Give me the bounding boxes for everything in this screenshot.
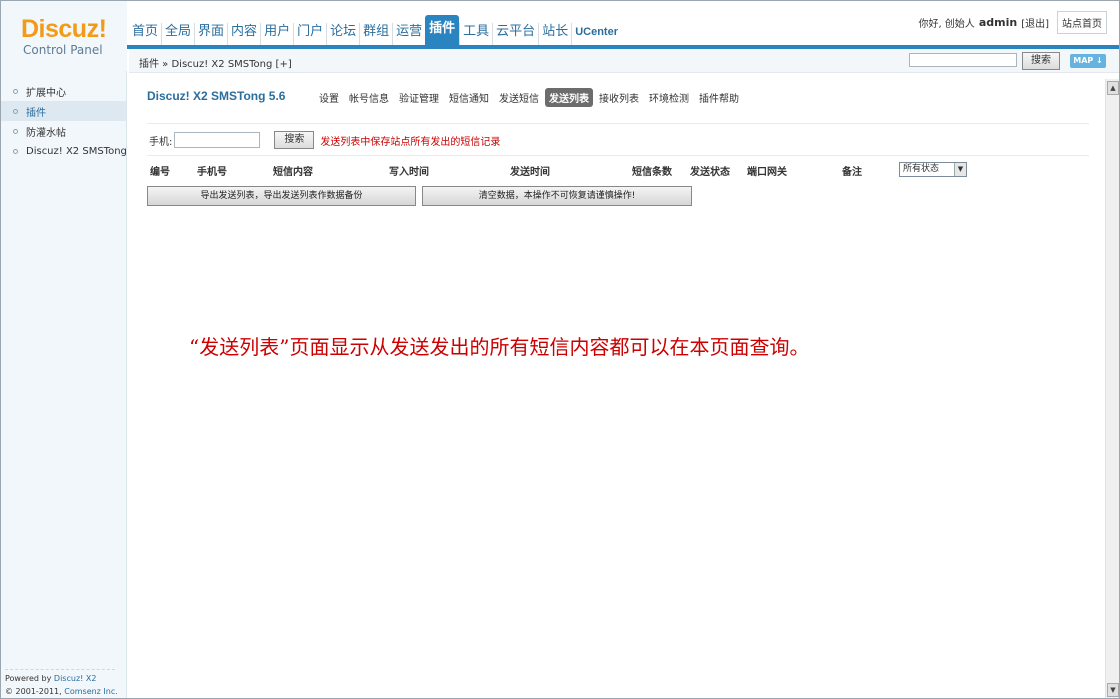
- col-gateway: 端口网关: [747, 167, 787, 178]
- col-content: 短信内容: [273, 167, 313, 178]
- sidebar-item-plugins[interactable]: 插件: [1, 101, 126, 121]
- table-header: 编号 手机号 短信内容 写入时间 发送时间 短信条数 发送状态 端口网关 备注 …: [147, 161, 1089, 179]
- sidebar-item-smstong[interactable]: Discuz! X2 SMSTong: [1, 141, 126, 161]
- footer-company-link[interactable]: Comsenz Inc.: [64, 687, 118, 696]
- export-list-button[interactable]: 导出发送列表，导出发送列表作数据备份: [147, 186, 416, 206]
- sidebar-item-label: 插件: [26, 107, 46, 119]
- user-box: 你好, 创始人 admin [退出] 站点首页: [918, 11, 1107, 34]
- tab-settings[interactable]: 设置: [315, 88, 343, 107]
- nav-operations[interactable]: 运营: [392, 23, 425, 47]
- col-sms-count: 短信条数: [632, 167, 672, 178]
- phone-input[interactable]: [174, 132, 261, 148]
- footer-powered: Powered by: [5, 674, 52, 683]
- scroll-down-arrow-icon[interactable]: ▼: [1107, 683, 1119, 697]
- top-search-button[interactable]: 搜索: [1022, 52, 1060, 70]
- logo[interactable]: Discuz! Control Panel: [1, 1, 127, 71]
- col-phone: 手机号: [197, 167, 227, 178]
- sidebar-item-extension-center[interactable]: 扩展中心: [1, 81, 126, 101]
- plugin-title: Discuz! X2 SMSTong 5.6: [147, 89, 286, 103]
- sidebar: 扩展中心 插件 防灌水帖 Discuz! X2 SMSTong Powered …: [1, 71, 127, 698]
- bullet-icon: [13, 148, 18, 154]
- breadcrumb[interactable]: 插件 » Discuz! X2 SMSTong [+]: [139, 55, 292, 70]
- user-greeting: 你好, 创始人: [918, 19, 975, 30]
- tab-verification[interactable]: 验证管理: [395, 88, 443, 107]
- map-button[interactable]: MAP ↓: [1070, 54, 1106, 68]
- user-name: admin: [978, 16, 1018, 29]
- vertical-scrollbar[interactable]: ▲ ▼: [1105, 79, 1119, 698]
- filter-search-button[interactable]: 搜索: [274, 131, 315, 149]
- sidebar-item-label: 防灌水帖: [26, 127, 66, 139]
- site-home-button[interactable]: 站点首页: [1057, 11, 1107, 34]
- top-search-input[interactable]: [909, 53, 1017, 67]
- nav-ucenter[interactable]: UCenter: [571, 23, 621, 47]
- col-write-time: 写入时间: [389, 167, 429, 178]
- nav-home[interactable]: 首页: [129, 23, 161, 47]
- sidebar-footer: Powered by Discuz! X2 © 2001-2011, Comse…: [5, 669, 118, 698]
- logo-brand: Discuz!: [21, 15, 107, 43]
- tab-send-list[interactable]: 发送列表: [545, 88, 593, 107]
- logout-link[interactable]: [退出]: [1021, 15, 1049, 30]
- status-filter-select[interactable]: 所有状态 ▼: [899, 162, 967, 177]
- sidebar-item-label: 扩展中心: [26, 87, 66, 99]
- col-remark: 备注: [842, 167, 862, 178]
- filter-hint: 发送列表中保存站点所有发出的短信记录: [320, 136, 501, 148]
- divider: [147, 123, 1089, 124]
- scroll-up-arrow-icon[interactable]: ▲: [1107, 81, 1119, 95]
- sidebar-item-label: Discuz! X2 SMSTong: [26, 145, 126, 157]
- bullet-icon: [13, 108, 18, 114]
- col-send-status: 发送状态: [690, 167, 730, 178]
- nav-portal[interactable]: 门户: [293, 23, 326, 47]
- nav-global[interactable]: 全局: [161, 23, 194, 47]
- plugin-menu: 设置 帐号信息 验证管理 短信通知 发送短信 发送列表 接收列表 环境检测 插件…: [315, 88, 745, 107]
- phone-label: 手机:: [149, 136, 173, 148]
- tab-env-check[interactable]: 环境检测: [645, 88, 693, 107]
- nav-forum[interactable]: 论坛: [326, 23, 359, 47]
- footer-copyright: © 2001-2011,: [5, 687, 62, 696]
- sidebar-item-anti-spam[interactable]: 防灌水帖: [1, 121, 126, 141]
- tab-sms-notify[interactable]: 短信通知: [445, 88, 493, 107]
- nav-interface[interactable]: 界面: [194, 23, 227, 47]
- tab-send-sms[interactable]: 发送短信: [495, 88, 543, 107]
- divider: [147, 155, 1089, 156]
- status-filter-value: 所有状态: [903, 164, 940, 174]
- clear-data-button[interactable]: 清空数据，本操作不可恢复请谨慎操作!: [422, 186, 692, 206]
- logo-subtitle: Control Panel: [23, 43, 103, 57]
- footer-divider: [5, 669, 115, 670]
- tab-plugin-help[interactable]: 插件帮助: [695, 88, 743, 107]
- tab-account-info[interactable]: 帐号信息: [345, 88, 393, 107]
- col-send-time: 发送时间: [510, 167, 550, 178]
- nav-plugins[interactable]: 插件: [425, 15, 460, 47]
- bullet-icon: [13, 128, 18, 134]
- nav-tools[interactable]: 工具: [459, 23, 492, 47]
- top-nav: 首页 全局 界面 内容 用户 门户 论坛 群组 运营 插件 工具 云平台 站长 …: [129, 15, 621, 47]
- admin-window: Discuz! Control Panel 首页 全局 界面 内容 用户 门户 …: [0, 0, 1120, 699]
- sub-bar: 插件 » Discuz! X2 SMSTong [+] 搜索 MAP ↓: [129, 49, 1119, 73]
- tab-receive-list[interactable]: 接收列表: [595, 88, 643, 107]
- nav-content[interactable]: 内容: [227, 23, 260, 47]
- col-id: 编号: [150, 167, 170, 178]
- nav-groups[interactable]: 群组: [359, 23, 392, 47]
- nav-webmaster[interactable]: 站长: [538, 23, 571, 47]
- nav-cloud[interactable]: 云平台: [492, 23, 538, 47]
- bullet-icon: [13, 88, 18, 94]
- annotation-text: “发送列表”页面显示从发送发出的所有短信内容都可以在本页面查询。: [189, 335, 810, 359]
- main-content: Discuz! X2 SMSTong 5.6 设置 帐号信息 验证管理 短信通知…: [129, 73, 1105, 698]
- chevron-down-icon: ▼: [954, 163, 966, 176]
- nav-users[interactable]: 用户: [260, 23, 293, 47]
- footer-product-link[interactable]: Discuz! X2: [54, 674, 97, 683]
- filter-bar: 手机: 搜索 发送列表中保存站点所有发出的短信记录: [149, 131, 500, 149]
